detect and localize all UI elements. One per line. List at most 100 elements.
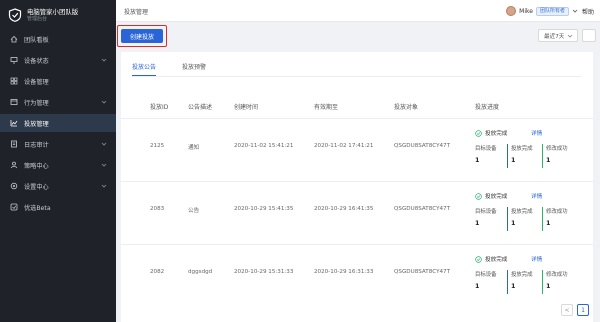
tab-announcements[interactable]: 投放公告 <box>132 62 157 76</box>
col-progress: 投放进度 <box>475 104 500 111</box>
col-created: 创建时间 <box>234 104 259 111</box>
detail-link[interactable]: 详情 <box>531 192 542 200</box>
stat-value: 1 <box>511 219 516 227</box>
sidebar-item[interactable]: 日志审计 <box>0 135 116 153</box>
cell-expires: 2020-10-29 16:31:33 <box>314 269 374 275</box>
sidebar-item[interactable]: 设备状态 <box>0 51 116 69</box>
cell-desc: 公告 <box>188 208 200 214</box>
sidebar-item-label: 策略中心 <box>24 162 49 170</box>
create-placement-button[interactable]: 创建投放 <box>121 29 163 43</box>
stat-label: 投放完成 <box>511 209 533 215</box>
sidebar-item[interactable]: 投放管理 <box>0 114 116 132</box>
stat-succeeded: 修改成功 1 <box>542 207 578 231</box>
stat-value: 1 <box>475 282 480 290</box>
detail-link[interactable]: 详情 <box>531 255 542 263</box>
chevron-down-icon <box>101 163 107 167</box>
cell-id: 2125 <box>150 143 165 149</box>
sidebar-item[interactable]: 设置中心 <box>0 177 116 195</box>
role-badge: 团队所有者 <box>535 6 569 16</box>
help-link[interactable]: 帮助 <box>582 7 594 16</box>
home-icon <box>10 35 18 43</box>
placement-card: 投放公告 投放预警 投放ID 公告描述 创建时间 有效期至 投放对象 投放进度 … <box>121 52 593 322</box>
sidebar-item-label: 日志审计 <box>24 141 49 149</box>
check-circle-icon <box>475 129 482 137</box>
expand-button[interactable] <box>582 29 596 42</box>
col-expires: 有效期至 <box>314 104 339 111</box>
cell-target: QSGDU8SAT8CY47T <box>394 269 451 275</box>
prev-page-button[interactable]: < <box>561 304 573 316</box>
brand-subtitle: 管理后台 <box>27 15 48 22</box>
detail-link[interactable]: 详情 <box>531 129 542 137</box>
user-name[interactable]: Mike <box>519 8 533 15</box>
brand-title: 电脑管家小团队版 <box>27 7 79 16</box>
stat-placed: 投放完成 1 <box>507 270 543 294</box>
cell-expires: 2020-11-02 17:41:21 <box>314 143 374 149</box>
device-icon <box>10 77 18 85</box>
check-circle-icon <box>475 192 482 200</box>
stat-value: 1 <box>511 156 516 164</box>
sidebar-item[interactable]: 团队看板 <box>0 30 116 48</box>
stat-placed: 投放完成 1 <box>507 144 543 168</box>
sidebar-item[interactable]: 优选Beta <box>0 198 116 216</box>
stat-label: 修改成功 <box>546 209 568 215</box>
sidebar-item[interactable]: 行为管理 <box>0 93 116 111</box>
beta-icon <box>10 203 18 211</box>
chevron-down-icon <box>101 184 107 188</box>
progress-block: 投放完成 详情目标设备 1 投放完成 1 修改成功 1 <box>475 192 585 234</box>
page-button-current[interactable]: 1 <box>577 304 589 316</box>
col-desc: 公告描述 <box>188 104 213 111</box>
stat-target-devices: 目标设备 1 <box>472 270 508 294</box>
chevron-down-icon <box>101 142 107 146</box>
stat-succeeded: 修改成功 1 <box>542 144 578 168</box>
chevron-down-icon <box>567 34 573 38</box>
sidebar-item-label: 投放管理 <box>24 120 49 128</box>
stat-label: 投放完成 <box>511 272 533 278</box>
table-row: 2125 通知 2020-11-02 15:41:21 2020-11-02 17:4… <box>121 118 593 176</box>
sidebar-item-label: 团队看板 <box>24 36 49 44</box>
status-label: 投放完成 <box>485 194 508 200</box>
date-range-select[interactable]: 最近7天 <box>538 29 578 42</box>
stat-value: 1 <box>546 156 551 164</box>
stat-label: 修改成功 <box>546 272 568 278</box>
stat-placed: 投放完成 1 <box>507 207 543 231</box>
tab-warnings[interactable]: 投放预警 <box>182 62 206 76</box>
sidebar-nav: 团队看板设备状态设备管理行为管理投放管理日志审计策略中心设置中心优选Beta <box>0 30 116 216</box>
sidebar-item[interactable]: 设备管理 <box>0 72 116 90</box>
avatar[interactable] <box>506 6 517 16</box>
sidebar-item[interactable]: 策略中心 <box>0 156 116 174</box>
stat-label: 目标设备 <box>475 146 497 152</box>
table-row: 2083 公告 2020-10-29 15:41:35 2020-10-29 16:4… <box>121 181 593 239</box>
stat-label: 目标设备 <box>475 209 497 215</box>
sidebar-item-label: 行为管理 <box>24 99 49 107</box>
cell-desc: 通知 <box>188 145 200 151</box>
stat-label: 目标设备 <box>475 272 497 278</box>
progress-status: 投放完成 <box>475 255 507 263</box>
top-header: 投放管理 Mike 团队所有者 帮助 <box>116 0 600 22</box>
col-target: 投放对象 <box>394 104 419 111</box>
chevron-down-icon <box>101 58 107 62</box>
chevron-down-icon[interactable] <box>572 8 578 14</box>
user-menu[interactable]: Mike 团队所有者 帮助 <box>506 4 594 18</box>
stat-value: 1 <box>475 156 480 164</box>
chevron-down-icon <box>101 100 107 104</box>
progress-block: 投放完成 详情 目标设备 1 投放完成 1 修改成功 1 <box>475 129 585 171</box>
cell-id: 2082 <box>150 269 165 275</box>
cell-created: 2020-10-29 15:31:33 <box>234 269 294 275</box>
stat-value: 1 <box>546 282 551 290</box>
settings-icon <box>10 182 18 190</box>
breadcrumb: 投放管理 <box>124 9 149 16</box>
brand: 电脑管家小团队版 管理后台 <box>0 0 116 30</box>
stat-value: 1 <box>511 282 516 290</box>
behavior-icon <box>10 99 18 105</box>
chart-icon <box>10 120 18 127</box>
cell-desc: dggsdgd <box>188 269 213 275</box>
stat-value: 1 <box>546 219 551 227</box>
tabs-divider <box>132 76 582 77</box>
date-range-value: 最近7天 <box>544 33 565 40</box>
stat-label: 投放完成 <box>511 146 533 152</box>
sidebar-item-label: 设备管理 <box>24 78 49 86</box>
shield-logo-icon <box>8 8 22 22</box>
sidebar-item-label: 设备状态 <box>24 57 49 65</box>
stat-value: 1 <box>475 219 480 227</box>
progress-status: 投放完成 <box>475 129 507 137</box>
